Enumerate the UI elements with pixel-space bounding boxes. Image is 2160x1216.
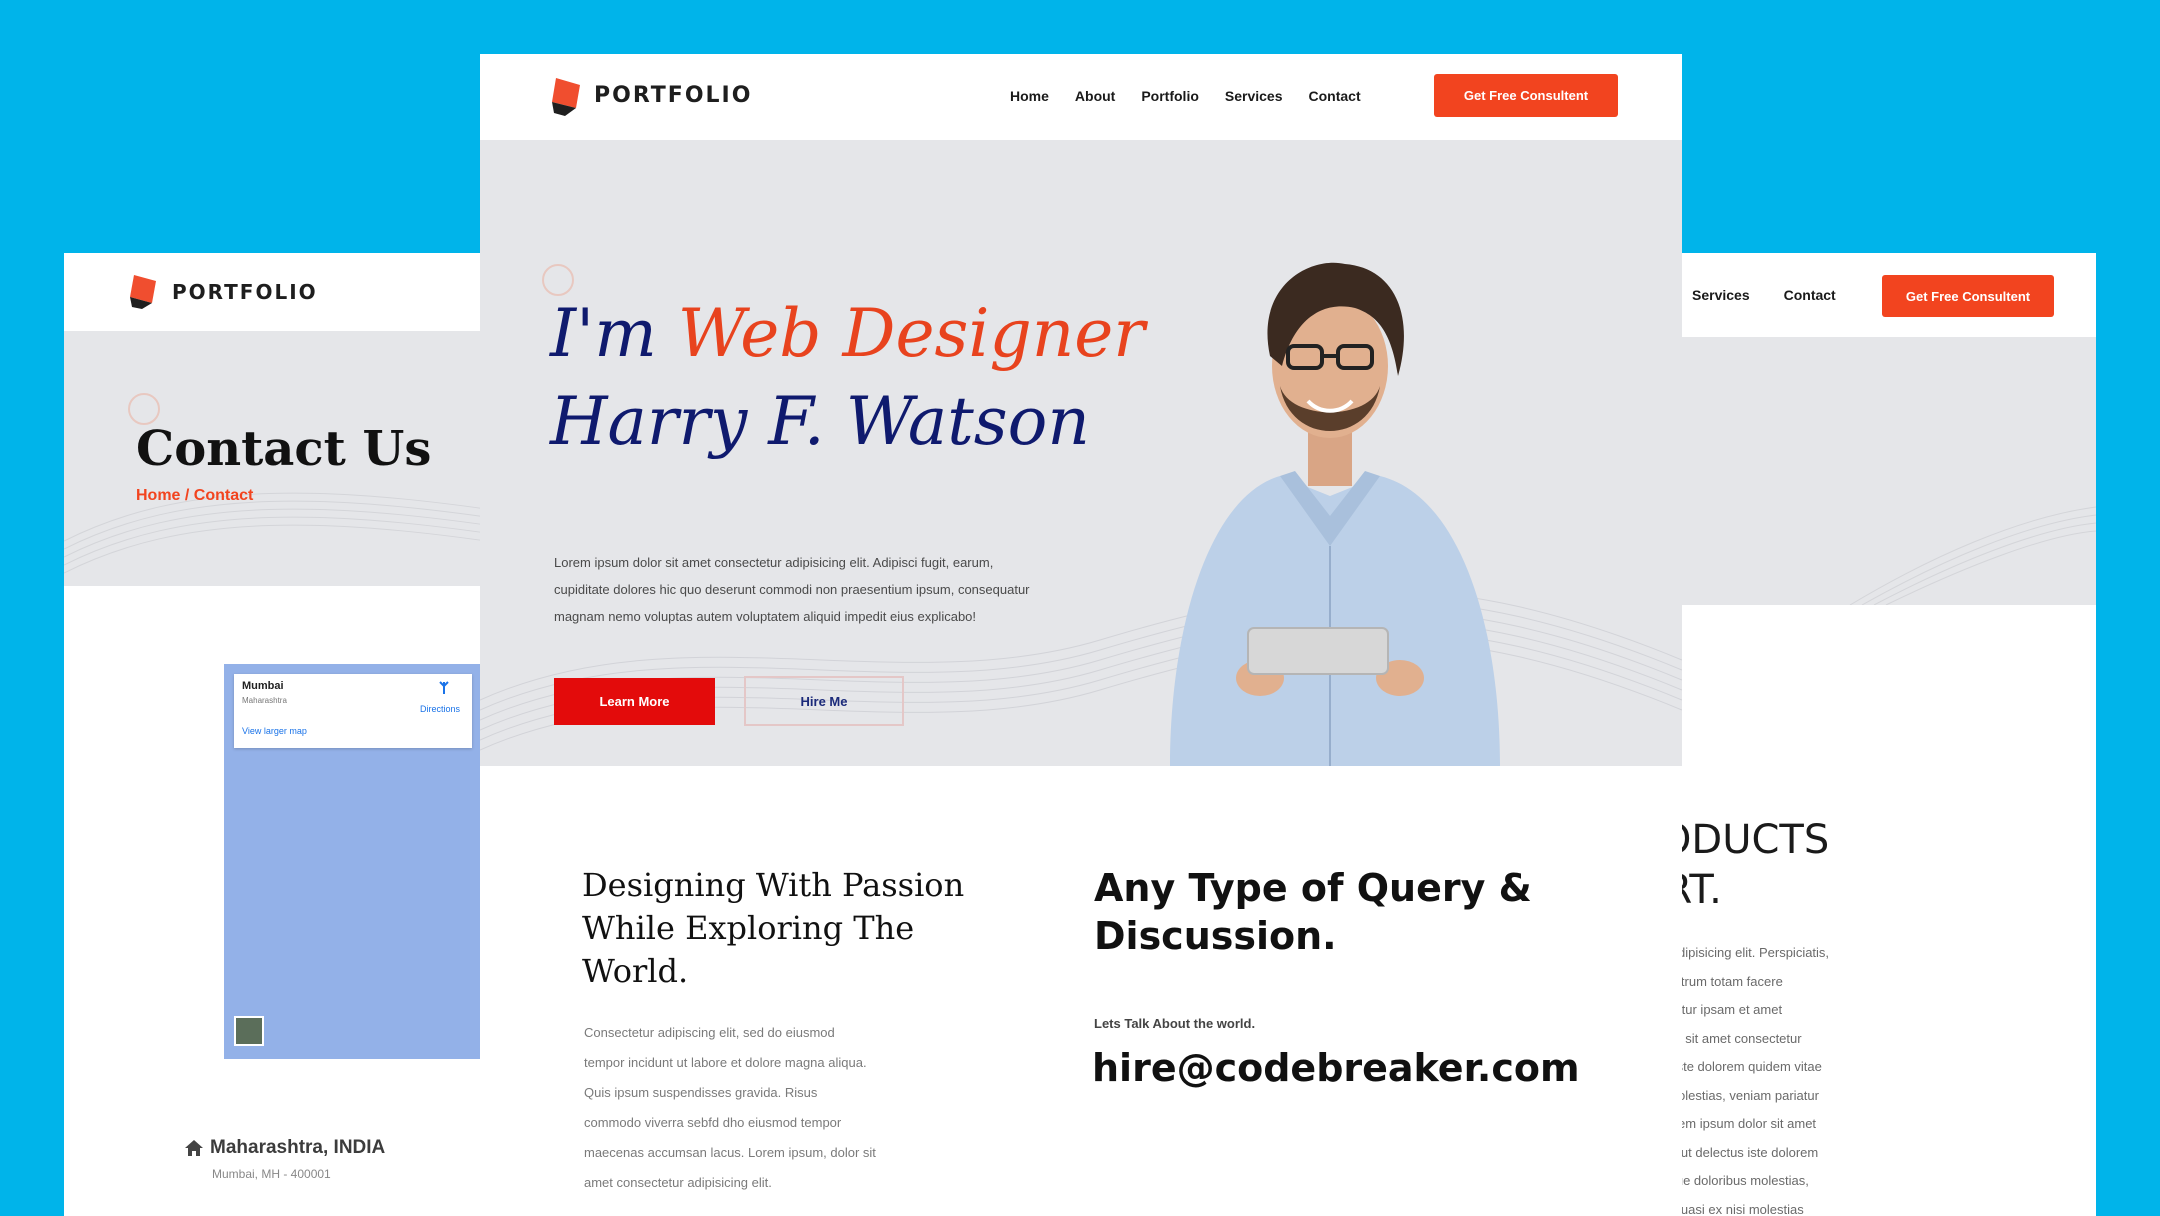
nav-contact[interactable]: Contact xyxy=(1309,88,1361,104)
home-page-card: PORTFOLIO Home About Portfolio Services … xyxy=(480,54,1682,1216)
logo[interactable]: PORTFOLIO xyxy=(550,76,753,116)
directions-link[interactable]: Directions xyxy=(420,704,460,714)
learn-more-button[interactable]: Learn More xyxy=(554,678,715,725)
nav-services[interactable]: Services xyxy=(1692,287,1750,303)
nav-bar: Home About Portfolio Services Contact xyxy=(1010,88,1361,104)
nav-services[interactable]: Services xyxy=(1225,88,1283,104)
hero-section: I'm Web Designer Harry F. Watson Lorem i… xyxy=(480,140,1682,766)
logo-mark-icon xyxy=(550,76,584,116)
map-info-box: Mumbai Maharashtra Directions View large… xyxy=(234,674,472,748)
map-region: Maharashtra xyxy=(242,696,287,705)
hero-description: Lorem ipsum dolor sit amet consectetur a… xyxy=(554,555,1030,624)
contact-heading: Any Type of Query & Discussion. xyxy=(1094,866,1532,958)
contact-label: Lets Talk About the world. xyxy=(1094,1016,1256,1031)
nav-home[interactable]: Home xyxy=(1010,88,1049,104)
map-place-name: Mumbai xyxy=(242,680,284,692)
get-consult-button[interactable]: Get Free Consultent xyxy=(1434,74,1618,117)
breadcrumb[interactable]: Home / Contact xyxy=(136,487,253,505)
address-title: Maharashtra, INDIA xyxy=(210,1137,386,1158)
logo-mark-icon xyxy=(128,273,162,311)
get-consult-button[interactable]: Get Free Consultent xyxy=(1882,275,2054,317)
address-block: Maharashtra, INDIA xyxy=(184,1137,385,1159)
contact-email[interactable]: hire@codebreaker.com xyxy=(1092,1046,1580,1090)
hero-name: Harry F. Watson xyxy=(550,383,1090,460)
hero-intro: I'm xyxy=(550,295,678,372)
page-title: Contact Us xyxy=(136,421,432,477)
logo[interactable]: PORTFOLIO xyxy=(128,273,318,311)
profile-photo xyxy=(1170,262,1500,766)
nav-bar: Services Contact xyxy=(1692,287,1836,303)
nav-about[interactable]: About xyxy=(1075,88,1115,104)
about-text: Consectetur adipiscing elit, sed do eius… xyxy=(584,1025,876,1190)
hire-me-button[interactable]: Hire Me xyxy=(744,676,904,726)
logo-text: PORTFOLIO xyxy=(172,280,318,304)
hero-role: Web Designer xyxy=(677,295,1145,372)
view-larger-map-link[interactable]: View larger map xyxy=(242,726,307,736)
home-icon xyxy=(184,1139,204,1157)
logo-text: PORTFOLIO xyxy=(594,82,753,108)
nav-contact[interactable]: Contact xyxy=(1784,287,1836,303)
nav-portfolio[interactable]: Portfolio xyxy=(1141,88,1199,104)
hero-title: I'm Web Designer Harry F. Watson xyxy=(550,290,1145,466)
satellite-toggle[interactable] xyxy=(234,1016,264,1046)
about-heading: Designing With Passion While Exploring T… xyxy=(582,866,965,990)
directions-icon[interactable] xyxy=(436,680,452,696)
address-sub: Mumbai, MH - 400001 xyxy=(212,1167,331,1181)
